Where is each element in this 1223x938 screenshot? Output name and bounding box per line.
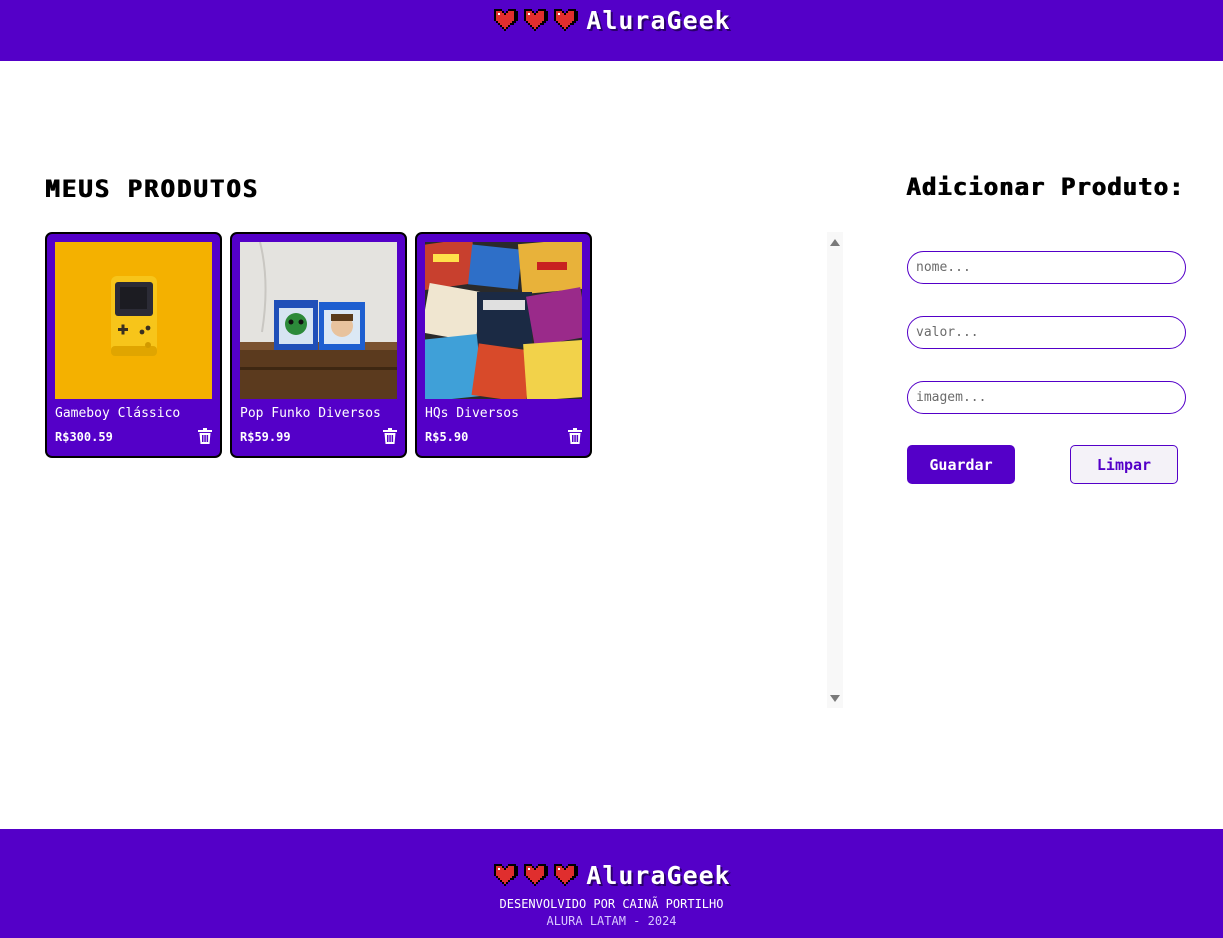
clear-button[interactable]: Limpar xyxy=(1070,445,1178,484)
scroll-down-arrow-icon[interactable] xyxy=(830,695,840,702)
brand-name: AluraGeek xyxy=(586,861,731,890)
product-card: Pop Funko Diversos R$59.99 xyxy=(230,232,407,458)
save-button[interactable]: Guardar xyxy=(907,445,1015,484)
product-name: HQs Diversos xyxy=(425,406,519,421)
product-image xyxy=(240,242,397,399)
product-image xyxy=(425,242,582,399)
product-price: R$5.90 xyxy=(425,430,469,444)
site-header: AluraGeek xyxy=(0,0,1223,61)
product-name: Pop Funko Diversos xyxy=(240,406,381,421)
heart-icon xyxy=(524,8,549,31)
heart-icon xyxy=(554,8,579,31)
scroll-up-arrow-icon[interactable] xyxy=(830,239,840,246)
products-list: Gameboy Clássico R$300.59 Pop Funko Dive… xyxy=(45,232,845,708)
name-input[interactable] xyxy=(907,251,1186,284)
product-image xyxy=(55,242,212,399)
footer-credit: DESENVOLVIDO POR CAINÃ PORTILHO xyxy=(499,897,724,911)
hearts-group xyxy=(492,8,579,33)
hearts-group xyxy=(492,863,579,888)
trash-icon[interactable] xyxy=(568,428,582,444)
value-input[interactable] xyxy=(907,316,1186,349)
product-card: Gameboy Clássico R$300.59 xyxy=(45,232,222,458)
product-card: HQs Diversos R$5.90 xyxy=(415,232,592,458)
product-name: Gameboy Clássico xyxy=(55,406,181,421)
trash-icon[interactable] xyxy=(383,428,397,444)
heart-icon xyxy=(494,8,519,31)
product-price: R$300.59 xyxy=(55,430,113,444)
product-price: R$59.99 xyxy=(240,430,291,444)
brand-name: AluraGeek xyxy=(586,6,731,35)
heart-icon xyxy=(554,863,579,886)
footer-logo[interactable]: AluraGeek xyxy=(0,861,1223,890)
trash-icon[interactable] xyxy=(198,428,212,444)
header-logo[interactable]: AluraGeek xyxy=(0,6,1223,35)
footer-org: ALURA LATAM - 2024 xyxy=(546,914,677,928)
site-footer: AluraGeek DESENVOLVIDO POR CAINÃ PORTILH… xyxy=(0,829,1223,938)
image-input[interactable] xyxy=(907,381,1186,414)
products-section-title: MEUS PRODUTOS xyxy=(45,175,259,203)
heart-icon xyxy=(524,863,549,886)
form-title: Adicionar Produto: xyxy=(906,173,1185,201)
products-scrollbar[interactable] xyxy=(827,232,843,708)
heart-icon xyxy=(494,863,519,886)
